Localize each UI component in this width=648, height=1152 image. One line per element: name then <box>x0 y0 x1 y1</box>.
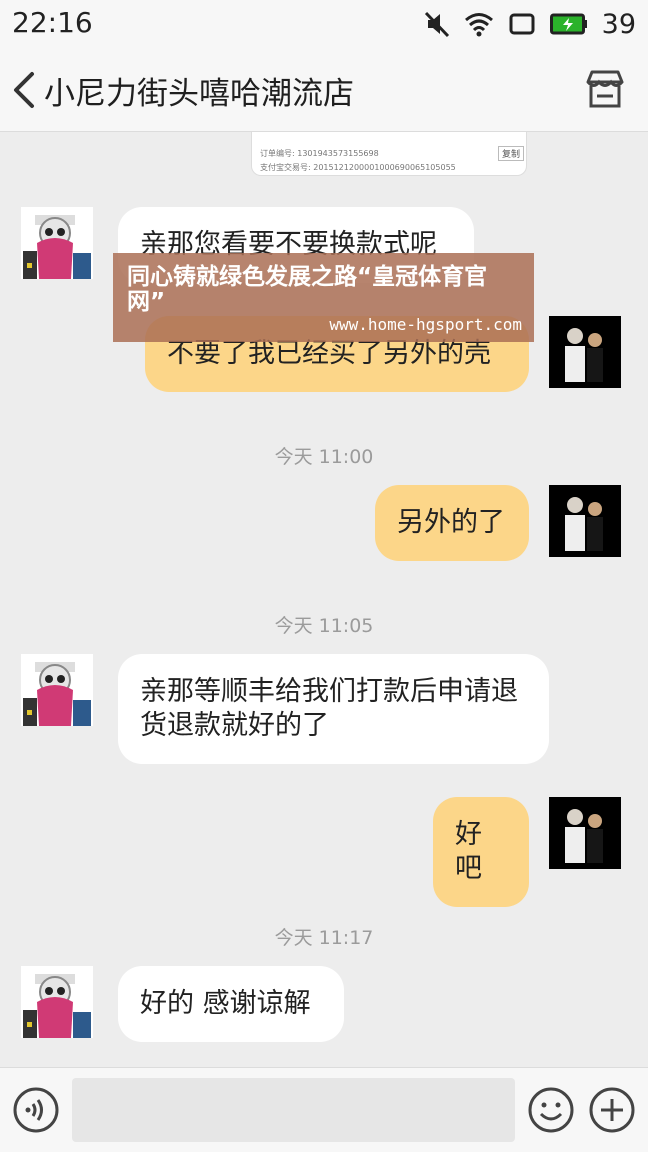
copy-button[interactable]: 复制 <box>497 146 524 161</box>
wifi-icon <box>464 13 493 37</box>
shop-avatar-image <box>21 207 93 279</box>
message-input[interactable] <box>72 1078 515 1142</box>
status-bar: 22:16 39 <box>0 0 648 48</box>
shop-title: 小尼力街头嘻哈潮流店 <box>44 76 354 112</box>
message-text: 亲那等顺丰给我们打款后申请退货退款就好的了 <box>140 676 518 741</box>
watermark-banner: 同心铸就绿色发展之路“皇冠体育官网” www.home-hgsport.com <box>113 253 534 342</box>
timestamp: 今天 11:17 <box>274 927 374 949</box>
back-button[interactable] <box>8 68 42 112</box>
emoji-icon <box>528 1087 574 1133</box>
order-card[interactable]: 订单编号: 1301943573155698 支付宝交易号: 201512120… <box>251 132 527 176</box>
user-avatar-image <box>549 316 621 388</box>
shop-avatar[interactable] <box>21 207 93 279</box>
message-text: 不要了我已经买了另外的壳 <box>167 338 491 369</box>
watermark-url: www.home-hgsport.com <box>329 315 522 334</box>
store-button[interactable] <box>584 68 626 110</box>
shop-avatar[interactable] <box>21 654 93 726</box>
watermark-title: 同心铸就绿色发展之路“皇冠体育官网” <box>127 264 488 315</box>
shop-avatar-image <box>21 654 93 726</box>
user-avatar-image <box>549 485 621 557</box>
shop-avatar-image <box>21 966 93 1038</box>
screen-rotation-icon <box>509 13 535 35</box>
message-text: 另外的了 <box>397 507 505 538</box>
emoji-button[interactable] <box>527 1086 575 1134</box>
message-bubble[interactable]: 好的 感谢谅解 <box>118 966 344 1042</box>
message-bubble[interactable]: 另外的了 <box>375 485 529 561</box>
user-avatar-image <box>549 797 621 869</box>
chat-header: 小尼力街头嘻哈潮流店 <box>0 48 648 132</box>
message-text: 好的 感谢谅解 <box>140 988 311 1019</box>
timestamp: 今天 11:05 <box>274 615 374 637</box>
alipay-number: 支付宝交易号: 2015121200001000690065105055 <box>260 163 456 172</box>
user-avatar[interactable] <box>549 316 621 388</box>
message-text: 好吧 <box>455 819 482 884</box>
chevron-left-icon <box>14 72 34 108</box>
voice-button[interactable] <box>12 1086 60 1134</box>
mute-icon <box>424 11 449 38</box>
user-avatar[interactable] <box>549 485 621 557</box>
status-icons: 39 <box>424 8 636 40</box>
message-bubble[interactable]: 好吧 <box>433 797 529 907</box>
status-time: 22:16 <box>12 6 93 39</box>
shop-avatar[interactable] <box>21 966 93 1038</box>
store-icon <box>586 70 624 108</box>
battery-icon <box>549 13 587 35</box>
message-bubble[interactable]: 亲那等顺丰给我们打款后申请退货退款就好的了 <box>118 654 549 764</box>
order-number: 订单编号: 1301943573155698 <box>260 149 379 158</box>
battery-level: 39 <box>601 8 636 40</box>
timestamp: 今天 11:00 <box>274 446 374 468</box>
more-button[interactable] <box>588 1086 636 1134</box>
user-avatar[interactable] <box>549 797 621 869</box>
plus-icon <box>589 1087 635 1133</box>
input-bar <box>0 1067 648 1152</box>
voice-icon <box>13 1087 59 1133</box>
